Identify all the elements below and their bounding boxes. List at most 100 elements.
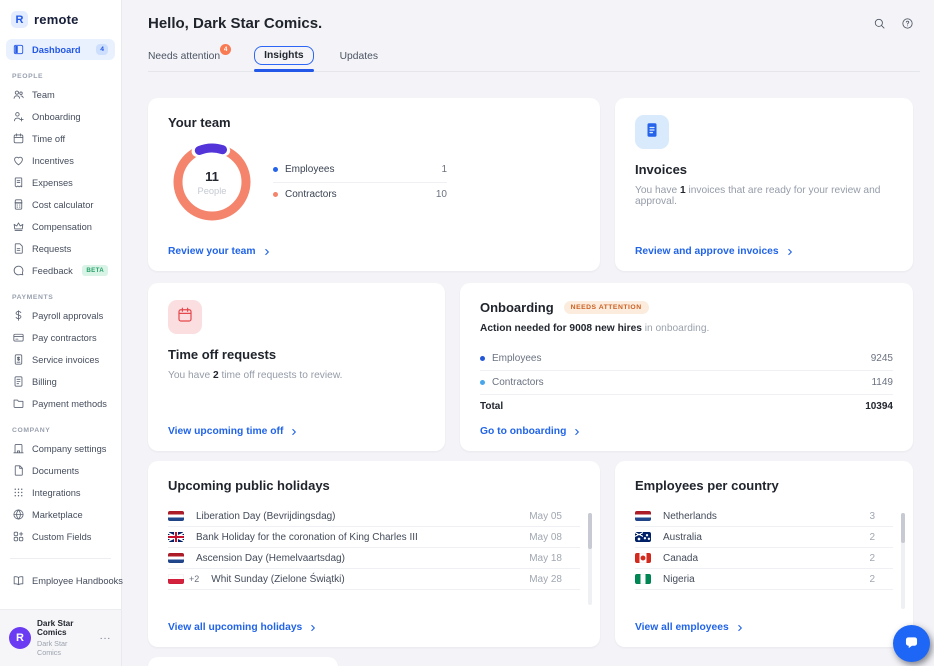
view-time-off-link[interactable]: View upcoming time off [168,426,298,437]
search-icon[interactable] [873,17,886,30]
remote-logo-icon: R [11,11,28,28]
sidebar-item-label: Company settings [32,444,106,454]
holiday-scrollbar[interactable] [588,513,592,605]
marketplace-icon [12,508,25,521]
remote-logo[interactable]: R remote [0,0,121,28]
needs-attention-badge: NEEDS ATTENTION [564,301,649,314]
country-count: 2 [869,532,893,543]
holiday-name: Whit Sunday (Zielone Świątki) [211,574,344,585]
sidebar-item-label: Pay contractors [32,333,97,343]
legend-value: 10 [436,189,447,200]
holiday-date: May 28 [529,574,580,585]
sidebar-item-team[interactable]: Team [6,84,115,105]
holiday-name: Liberation Day (Bevrijdingsdag) [196,511,336,522]
country-row: Canada2 [635,548,893,569]
holiday-row: Ascension Day (Hemelvaartsdag)May 18 [168,548,580,569]
invoices-card: Invoices You have 1 invoices that are re… [615,98,913,271]
view-employees-link[interactable]: View all employees [635,622,744,633]
sidebar-item-compensation[interactable]: Compensation [6,216,115,237]
country-name: Netherlands [663,511,717,522]
employees-dot [480,356,485,361]
dashboard-count-badge: 4 [96,44,108,55]
chevron-right-icon [263,248,271,256]
sidebar-item-label: Integrations [32,488,81,498]
sidebar-item-label: Payroll approvals [32,311,103,321]
country-count: 3 [869,511,893,522]
holiday-name: Bank Holiday for the coronation of King … [196,532,418,543]
nl-flag-icon [168,511,184,521]
account-menu-button[interactable]: ··· [98,631,114,646]
chat-launcher-button[interactable] [893,625,930,662]
sidebar-item-incentives[interactable]: Incentives [6,150,115,171]
sidebar-section-label: PEOPLE [12,73,121,80]
topbar: Hello, Dark Star Comics. [122,0,934,32]
sidebar-item-requests[interactable]: Requests [6,238,115,259]
account-switcher[interactable]: R Dark Star Comics Dark Star Comics ··· [0,609,121,666]
chevron-right-icon [290,428,298,436]
sidebar-item-label: Documents [32,466,79,476]
card-title: Invoices [635,162,893,177]
employees-dot [273,167,278,172]
extra-count: +2 [189,574,199,584]
holiday-row: Bank Holiday for the coronation of King … [168,527,580,548]
custom-fields-icon [12,530,25,543]
legend-label: Contractors [285,189,337,200]
sidebar-item-feedback[interactable]: FeedbackBETA [6,260,115,281]
onboarding-card: Onboarding NEEDS ATTENTION Action needed… [460,283,913,451]
tab-count-badge: 4 [220,44,231,55]
sidebar-item-label: Marketplace [32,510,83,520]
tab-insights[interactable]: Insights [254,46,313,71]
sidebar-item-cost-calculator[interactable]: Cost calculator [6,194,115,215]
nl-flag-icon [635,511,651,521]
expenses-icon [12,176,25,189]
row-value: 1149 [871,377,893,388]
sidebar-item-employee-handbooks[interactable]: Employee Handbooks [6,570,115,591]
sidebar-item-label: Payment methods [32,399,107,409]
sidebar-item-onboarding[interactable]: Onboarding [6,106,115,127]
onboarding-table: Employees9245Contractors1149Total10394 [480,347,893,418]
sidebar-item-marketplace[interactable]: Marketplace [6,504,115,525]
ng-flag-icon [635,574,651,584]
nl-flag-icon [168,553,184,563]
holiday-list: Liberation Day (Bevrijdingsdag)May 05 Ban… [168,506,580,590]
card-title: Onboarding [480,300,554,315]
sidebar-item-billing[interactable]: Billing [6,371,115,392]
sidebar-item-pay-contractors[interactable]: Pay contractors [6,327,115,348]
holiday-date: May 08 [529,532,580,543]
page-greeting: Hello, Dark Star Comics. [148,15,322,32]
sidebar-item-service-invoices[interactable]: Service invoices [6,349,115,370]
sidebar-item-label: Requests [32,244,71,254]
sidebar-item-documents[interactable]: Documents [6,460,115,481]
legend-row: Employees1 [273,158,447,182]
team-donut-chart: 11 People [169,139,255,225]
company-settings-icon [12,442,25,455]
tab-updates[interactable]: Updates [340,51,378,71]
sidebar-item-dashboard[interactable]: Dashboard 4 [6,39,115,60]
review-team-link[interactable]: Review your team [168,246,271,257]
employees-per-country-card: Employees per country Netherlands3Austra… [615,461,913,647]
sidebar-item-company-settings[interactable]: Company settings [6,438,115,459]
legend-row: Contractors 10 [273,182,447,207]
chevron-right-icon [736,624,744,632]
sidebar-item-label: Team [32,90,55,100]
view-holidays-link[interactable]: View all upcoming holidays [168,622,317,633]
sidebar-item-time-off[interactable]: Time off [6,128,115,149]
country-scrollbar[interactable] [901,513,905,609]
review-invoices-link[interactable]: Review and approve invoices [635,246,794,257]
total-value: 10394 [865,401,893,412]
calendar-icon [168,300,202,334]
tab-needs-attention[interactable]: Needs attention4 [148,51,220,71]
sidebar-item-custom-fields[interactable]: Custom Fields [6,526,115,547]
go-to-onboarding-link[interactable]: Go to onboarding [480,426,581,437]
sidebar-section-label: COMPANY [12,427,121,434]
sidebar-item-payment-methods[interactable]: Payment methods [6,393,115,414]
account-name: Dark Star Comics [37,619,92,637]
sidebar-item-payroll-approvals[interactable]: Payroll approvals [6,305,115,326]
sidebar-item-integrations[interactable]: Integrations [6,482,115,503]
help-icon[interactable] [901,17,914,30]
holiday-row: Liberation Day (Bevrijdingsdag)May 05 [168,506,580,527]
legend-value: 1 [441,164,447,175]
total-label: Total [480,401,503,412]
requests-icon [12,242,25,255]
sidebar-item-expenses[interactable]: Expenses [6,172,115,193]
